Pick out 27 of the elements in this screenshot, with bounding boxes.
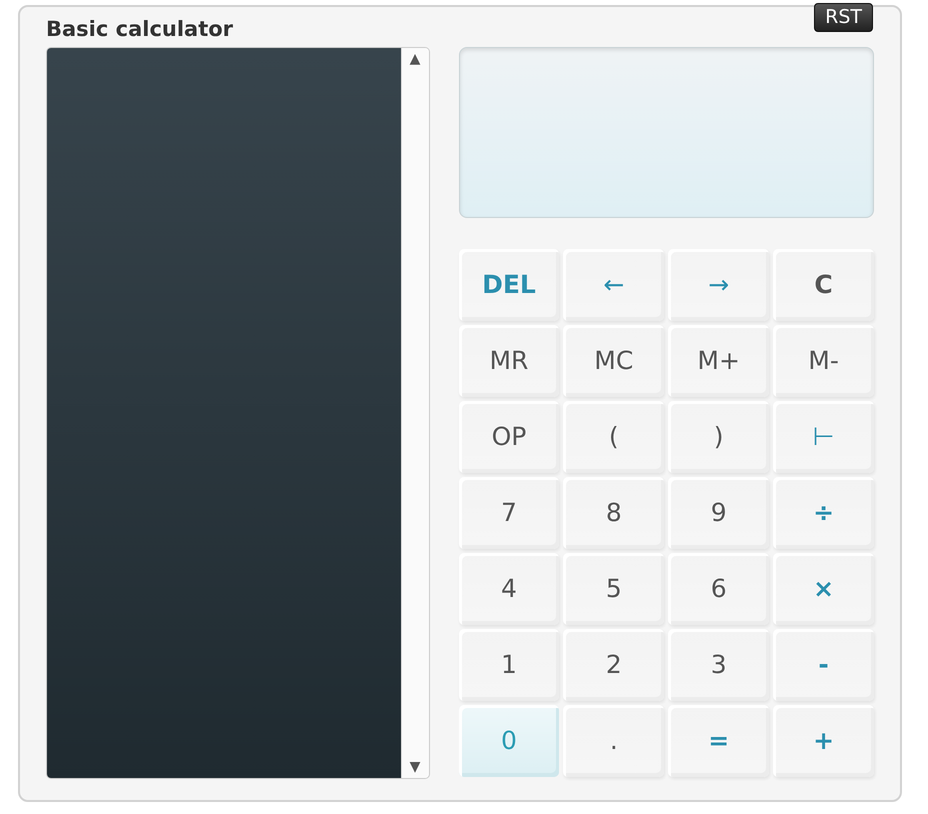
scrollbar[interactable]: ▲ ▼: [400, 48, 429, 778]
calculator-key[interactable]: 4: [458, 553, 560, 625]
scroll-up-button[interactable]: ▲: [410, 48, 420, 70]
calculator-key[interactable]: 1: [458, 629, 560, 701]
scroll-down-button[interactable]: ▼: [410, 756, 420, 778]
calculator-key[interactable]: 7: [458, 477, 560, 549]
calculator-key[interactable]: M-: [773, 325, 874, 397]
calculator-key[interactable]: ←: [563, 249, 664, 321]
calculator-key[interactable]: OP: [458, 401, 560, 473]
calculator-key[interactable]: M+: [668, 325, 770, 397]
calculator-key[interactable]: 9: [668, 477, 770, 549]
calculator-key[interactable]: =: [668, 705, 770, 777]
calculator-key[interactable]: 5: [563, 553, 664, 625]
calculator-key[interactable]: .: [563, 705, 664, 777]
calculator-key[interactable]: 8: [563, 477, 664, 549]
calculator-key[interactable]: +: [773, 705, 874, 777]
calculator-key[interactable]: MR: [458, 325, 560, 397]
calculator-key[interactable]: 6: [668, 553, 770, 625]
reset-button[interactable]: RST: [814, 3, 873, 32]
calculator-key[interactable]: MC: [563, 325, 664, 397]
calculator-key[interactable]: -: [773, 629, 874, 701]
calculator-key[interactable]: (: [563, 401, 664, 473]
calculator-key[interactable]: ): [668, 401, 770, 473]
calculator-key[interactable]: C: [773, 249, 874, 321]
calculator-title: Basic calculator: [46, 19, 234, 40]
calculator-key[interactable]: 3: [668, 629, 770, 701]
calculator-key[interactable]: 2: [563, 629, 664, 701]
